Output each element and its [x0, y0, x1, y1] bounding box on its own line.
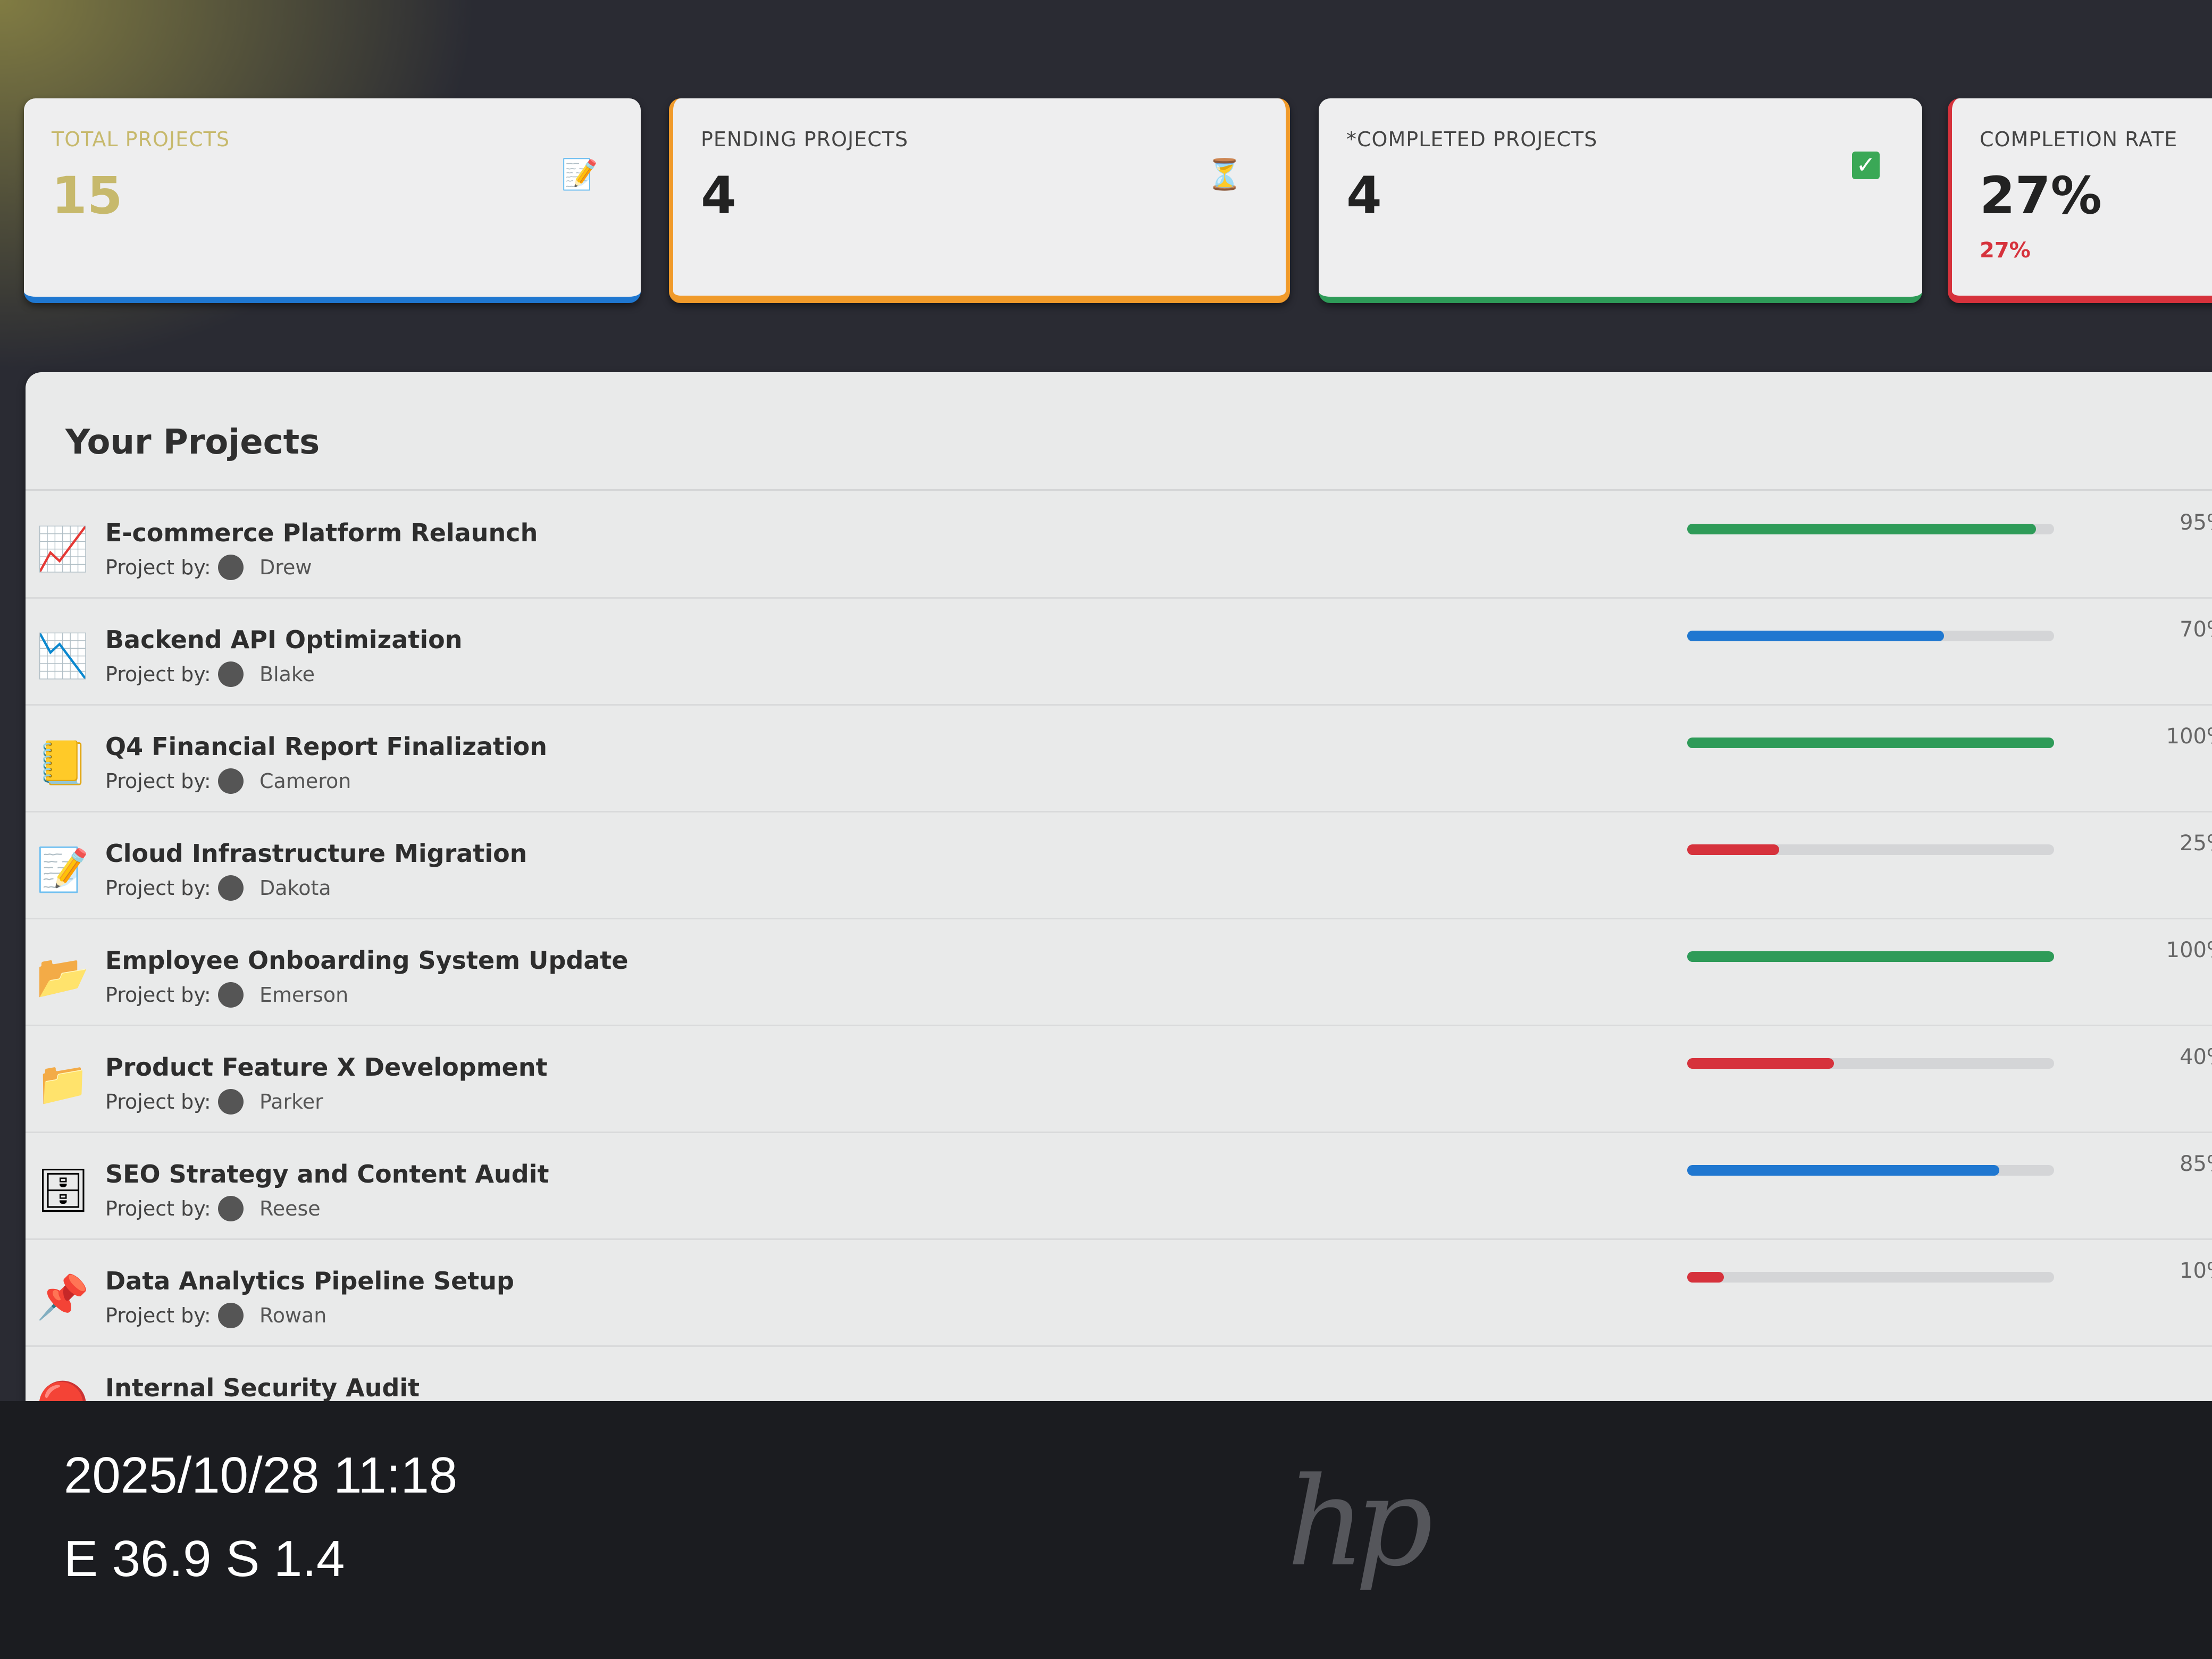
project-owner: Rowan	[259, 1304, 327, 1327]
pushpin-icon: 📌	[36, 1272, 89, 1322]
chart-increasing-icon: 📈	[36, 524, 89, 574]
progress-fill	[1687, 1058, 1834, 1069]
project-row[interactable]: 📌 Data Analytics Pipeline Setup Project by…	[26, 1240, 2212, 1347]
avatar	[218, 555, 244, 580]
progress-track	[1687, 631, 2054, 641]
project-owner: Dakota	[259, 876, 331, 900]
project-owner: Emerson	[259, 983, 349, 1007]
progress-percent: 100%	[2166, 724, 2212, 749]
progress-percent: 100%	[2166, 938, 2212, 962]
project-title[interactable]: SEO Strategy and Content Audit	[105, 1160, 549, 1188]
memo-pencil-icon: 📝	[36, 845, 89, 894]
progress-fill	[1687, 524, 2036, 534]
project-title[interactable]: E-commerce Platform Relaunch	[105, 518, 538, 547]
progress-fill	[1687, 738, 2054, 748]
project-owner: Parker	[259, 1090, 323, 1113]
pencil-memo-icon: 📝	[561, 157, 598, 192]
check-box-icon: ✓	[1852, 152, 1880, 179]
completion-rate-subvalue: 27%	[1980, 238, 2031, 263]
project-title[interactable]: Cloud Infrastructure Migration	[105, 839, 527, 868]
red-circle-icon: 🔴	[36, 1379, 89, 1401]
project-by-label: Project by:	[105, 1197, 211, 1220]
photo-timestamp: 2025/10/28 11:18	[64, 1447, 458, 1504]
project-owner: Blake	[259, 663, 315, 686]
total-projects-value: 15	[52, 166, 123, 225]
project-row[interactable]: 📒 Q4 Financial Report Finalization Project…	[26, 706, 2212, 812]
progress-percent: 10%	[2180, 1259, 2212, 1283]
project-title[interactable]: Data Analytics Pipeline Setup	[105, 1267, 514, 1295]
project-title[interactable]: Product Feature X Development	[105, 1053, 548, 1082]
project-row[interactable]: 📈 E-commerce Platform Relaunch Project by:…	[26, 492, 2212, 599]
pending-projects-card: PENDING PROJECTS 4 ⏳	[669, 98, 1290, 303]
projects-panel: Your Projects 📈 E-commerce Platform Relau…	[26, 372, 2212, 1401]
project-title[interactable]: Internal Security Audit	[105, 1373, 420, 1401]
progress-track	[1687, 524, 2054, 534]
project-by-label: Project by:	[105, 1304, 211, 1327]
progress-percent: 85%	[2180, 1152, 2212, 1176]
progress-track	[1687, 738, 2054, 748]
pending-projects-label: PENDING PROJECTS	[701, 128, 909, 151]
completed-projects-card: *COMPLETED PROJECTS 4 ✓	[1319, 98, 1922, 303]
project-title[interactable]: Q4 Financial Report Finalization	[105, 732, 547, 761]
avatar	[218, 1303, 244, 1328]
project-owner: Drew	[259, 556, 312, 579]
progress-track	[1687, 1058, 2054, 1069]
project-by-label: Project by:	[105, 769, 211, 793]
completed-projects-value: 4	[1346, 166, 1382, 225]
project-row[interactable]: 🗄 SEO Strategy and Content Audit Project b…	[26, 1133, 2212, 1240]
avatar	[218, 875, 244, 901]
panel-divider	[26, 489, 2212, 491]
panel-title: Your Projects	[65, 423, 320, 462]
avatar	[218, 1089, 244, 1115]
progress-fill	[1687, 631, 1944, 641]
project-by-label: Project by:	[105, 1090, 211, 1113]
file-cabinet-icon: 🗄	[36, 1166, 90, 1215]
hp-logo: hp	[1287, 1452, 1433, 1594]
total-projects-card: TOTAL PROJECTS 15 📝	[24, 98, 641, 303]
avatar	[218, 768, 244, 794]
completed-projects-label: *COMPLETED PROJECTS	[1346, 128, 1598, 151]
project-title[interactable]: Backend API Optimization	[105, 625, 462, 654]
progress-percent: 25%	[2180, 831, 2212, 856]
project-row[interactable]: 📝 Cloud Infrastructure Migration Project b…	[26, 812, 2212, 919]
progress-percent: 95%	[2180, 510, 2212, 535]
project-row[interactable]: 🔴 Internal Security Audit	[26, 1347, 2212, 1401]
completion-rate-label: COMPLETION RATE	[1980, 128, 2178, 151]
progress-track	[1687, 844, 2054, 855]
progress-percent: 70%	[2180, 617, 2212, 642]
open-folder-icon: 📂	[36, 952, 89, 1001]
project-by-label: Project by:	[105, 556, 211, 579]
project-by-label: Project by:	[105, 663, 211, 686]
progress-track	[1687, 1165, 2054, 1176]
project-row[interactable]: 📂 Employee Onboarding System Update Projec…	[26, 919, 2212, 1026]
progress-fill	[1687, 1272, 1724, 1283]
project-title[interactable]: Employee Onboarding System Update	[105, 946, 629, 975]
ledger-icon: 📒	[36, 738, 89, 787]
folder-icon: 📁	[36, 1059, 89, 1108]
progress-track	[1687, 951, 2054, 962]
pending-projects-value: 4	[701, 166, 736, 225]
avatar	[218, 1196, 244, 1221]
progress-fill	[1687, 951, 2054, 962]
avatar	[218, 982, 244, 1008]
progress-track	[1687, 1272, 2054, 1283]
completion-rate-card: COMPLETION RATE 27% 27%	[1948, 98, 2212, 303]
avatar	[218, 661, 244, 687]
progress-fill	[1687, 1165, 1999, 1176]
completion-rate-value: 27%	[1980, 166, 2102, 225]
project-by-label: Project by:	[105, 876, 211, 900]
project-owner: Reese	[259, 1197, 321, 1220]
chart-decreasing-icon: 📉	[36, 631, 89, 681]
progress-percent: 40%	[2180, 1045, 2212, 1069]
hourglass-icon: ⏳	[1206, 157, 1243, 192]
project-owner: Cameron	[259, 769, 351, 793]
project-by-label: Project by:	[105, 983, 211, 1007]
progress-fill	[1687, 844, 1779, 855]
photo-exposure-info: E 36.9 S 1.4	[64, 1530, 345, 1587]
project-row[interactable]: 📁 Product Feature X Development Project by…	[26, 1026, 2212, 1133]
project-row[interactable]: 📉 Backend API Optimization Project by: Blak…	[26, 599, 2212, 706]
total-projects-label: TOTAL PROJECTS	[52, 128, 230, 151]
